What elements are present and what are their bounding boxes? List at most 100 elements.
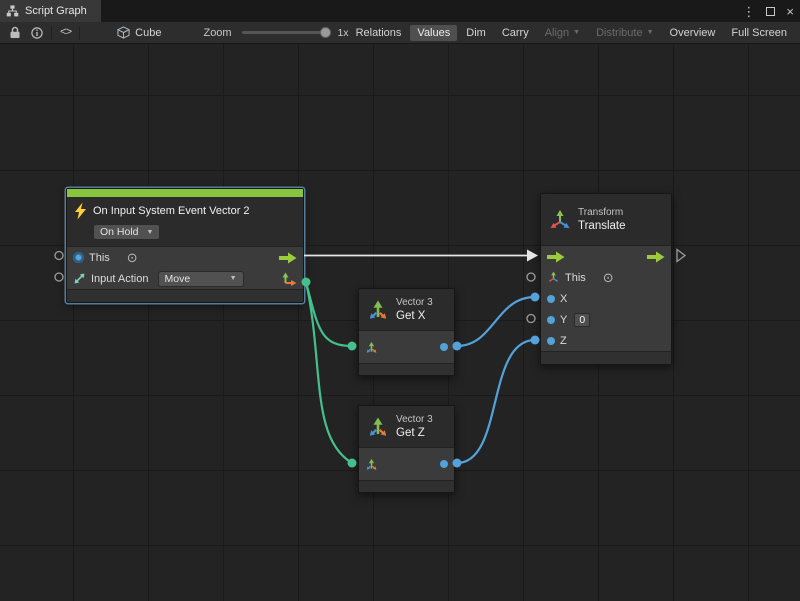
port-y-label: Y	[560, 314, 567, 326]
node-on-input-system-event-vector2[interactable]: On Input System Event Vector 2 On Hold ▼…	[66, 188, 304, 303]
close-icon[interactable]: ×	[786, 5, 794, 18]
carry-button[interactable]: Carry	[495, 25, 536, 41]
overview-label: Overview	[670, 27, 716, 39]
dim-button[interactable]: Dim	[459, 25, 493, 41]
input-action-label: Input Action	[91, 273, 149, 285]
graph-toolbar: <> Cube Zoom 1x Relations Values Dim Car…	[0, 22, 800, 44]
event-node-title: On Input System Event Vector 2	[93, 202, 250, 217]
float-output-port[interactable]	[440, 343, 448, 351]
zoom-slider[interactable]	[242, 31, 329, 34]
this-label: This	[565, 272, 586, 284]
script-graph-icon	[6, 5, 19, 17]
distribute-dropdown-button[interactable]: Distribute ▼	[589, 25, 660, 41]
input-action-icon	[73, 272, 86, 285]
node-get-z[interactable]: Vector 3 Get Z	[358, 405, 455, 493]
node-footer	[359, 363, 454, 375]
vector3-icon	[367, 416, 389, 438]
lock-icon-glyph	[9, 26, 21, 39]
vector2-output-port[interactable]	[282, 272, 297, 286]
node-type-label: Transform	[578, 206, 626, 219]
unconnected-flow-triangle[interactable]	[677, 250, 685, 262]
object-picker-icon[interactable]: ⊙	[127, 251, 138, 264]
event-mode-dropdown[interactable]: On Hold ▼	[93, 224, 160, 240]
wire-float-get-x-to-x[interactable]	[457, 297, 535, 346]
window-controls: ⋮ ×	[742, 0, 794, 22]
port-row-this: This ⊙	[67, 247, 303, 268]
lightning-icon	[74, 202, 87, 220]
node-footer	[67, 289, 303, 302]
wire-float-get-z-to-z[interactable]	[457, 340, 535, 463]
unconnected-port-circle[interactable]	[527, 315, 535, 323]
chevron-down-icon: ▼	[647, 29, 654, 36]
node-name-label: Translate	[578, 219, 626, 234]
window-titlebar: Script Graph ⋮ ×	[0, 0, 800, 22]
port-row-y: Y 0	[541, 309, 671, 330]
flow-port-row	[541, 246, 671, 267]
node-footer	[359, 480, 454, 492]
script-graph-window: Script Graph ⋮ × <>	[0, 0, 800, 601]
transform-this-icon	[547, 271, 560, 284]
input-action-dropdown[interactable]: Move ▼	[158, 271, 244, 287]
node-name-label: Get X	[396, 309, 433, 324]
node-name-label: Get Z	[396, 426, 433, 441]
chevron-down-icon: ▼	[147, 229, 154, 236]
dim-label: Dim	[466, 27, 486, 39]
values-button[interactable]: Values	[410, 25, 457, 41]
event-accent-bar	[67, 189, 303, 197]
tab-title: Script Graph	[25, 5, 87, 17]
port-row-input-action: Input Action Move ▼	[67, 268, 303, 289]
flow-input-port[interactable]	[547, 251, 565, 263]
get-z-port-row	[359, 448, 454, 480]
graph-context-breadcrumb[interactable]: Cube	[117, 26, 161, 39]
get-z-header: Vector 3 Get Z	[359, 406, 454, 448]
maximize-icon[interactable]	[766, 7, 775, 16]
port-x-label: X	[560, 293, 567, 305]
info-icon[interactable]	[26, 23, 48, 43]
port-row-z: Z	[541, 330, 671, 351]
vector3-input-port[interactable]	[365, 341, 378, 354]
align-dropdown-button[interactable]: Align ▼	[538, 25, 587, 41]
connection-dot-vector[interactable]	[348, 342, 357, 351]
flow-output-port[interactable]	[647, 251, 665, 263]
menu-icon[interactable]: ⋮	[742, 5, 755, 18]
event-node-body: This ⊙ Input Action Move	[67, 247, 303, 289]
flow-output-port[interactable]	[279, 252, 297, 264]
this-label: This	[89, 252, 110, 264]
node-transform-translate[interactable]: Transform Translate	[540, 193, 672, 365]
chevron-down-icon: ▼	[573, 29, 580, 36]
relations-button[interactable]: Relations	[349, 25, 409, 41]
node-get-x[interactable]: Vector 3 Get X	[358, 288, 455, 376]
connection-dot-float[interactable]	[531, 293, 540, 302]
tab-script-graph[interactable]: Script Graph	[0, 0, 101, 22]
graph-canvas[interactable]: On Input System Event Vector 2 On Hold ▼…	[0, 44, 800, 601]
wire-vector-event-to-get-x[interactable]	[306, 282, 352, 346]
float-input-port-y[interactable]	[547, 316, 555, 324]
unconnected-port-circle[interactable]	[527, 273, 535, 281]
values-label: Values	[417, 27, 450, 39]
connection-dot-vector[interactable]	[348, 459, 357, 468]
context-label: Cube	[135, 27, 161, 39]
wire-flow-arrowhead	[527, 250, 538, 262]
event-mode-value: On Hold	[100, 226, 139, 238]
wire-vector-event-to-get-z[interactable]	[306, 282, 352, 463]
overview-button[interactable]: Overview	[663, 25, 723, 41]
unconnected-port-circle[interactable]	[55, 273, 63, 281]
float-output-port[interactable]	[440, 460, 448, 468]
code-view-icon[interactable]: <>	[55, 23, 76, 43]
zoom-slider-handle[interactable]	[320, 27, 331, 38]
unconnected-port-circle[interactable]	[55, 252, 63, 260]
input-action-value: Move	[165, 273, 191, 285]
lock-icon[interactable]	[4, 23, 26, 43]
zoom-value: 1x	[337, 27, 348, 39]
get-x-port-row	[359, 331, 454, 363]
full-screen-button[interactable]: Full Screen	[724, 25, 794, 41]
y-value-field[interactable]: 0	[574, 313, 590, 327]
float-input-port-z[interactable]	[547, 337, 555, 345]
vector3-input-port[interactable]	[365, 458, 378, 471]
float-input-port-x[interactable]	[547, 295, 555, 303]
port-z-label: Z	[560, 335, 567, 347]
object-picker-icon[interactable]: ⊙	[603, 271, 614, 284]
connection-dot-float[interactable]	[531, 336, 540, 345]
zoom-label: Zoom	[203, 27, 231, 39]
get-x-header: Vector 3 Get X	[359, 289, 454, 331]
